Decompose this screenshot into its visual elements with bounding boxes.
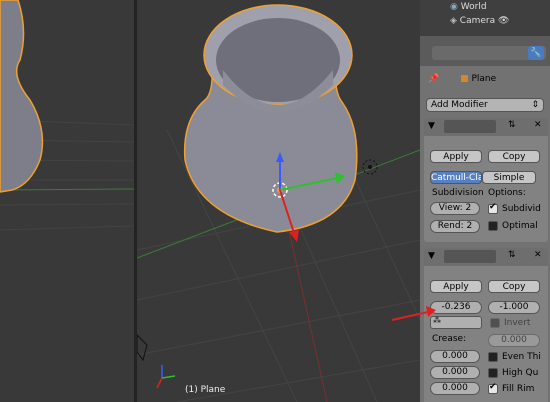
offset-field[interactable]: -1.000 [488,301,540,314]
pin-icon[interactable]: 📌 [428,74,439,84]
context-path: 📌 ■ Plane [428,74,497,84]
left-viewport-canvas [0,0,134,231]
invert-label: Invert [504,318,531,328]
crease-outer-field[interactable]: 0.000 [430,366,480,379]
solidify-apply-button[interactable]: Apply [430,280,482,293]
view-levels-field[interactable]: View: 2 [430,202,480,215]
high-quality-checkbox[interactable] [488,368,498,378]
outliner: ◉ World ◈ Camera 👁 [420,0,550,41]
collapse-triangle-icon[interactable]: ▼ [428,251,435,261]
crease-inner-field[interactable]: 0.000 [430,350,480,363]
viewport-main[interactable]: (1) Plane [137,0,420,402]
catmull-clark-button[interactable]: Catmull-Clar [430,171,482,184]
modifier-toggle-icons[interactable] [444,250,496,263]
close-icon[interactable]: ✕ [534,250,542,260]
optimal-display-checkbox[interactable] [488,221,498,231]
add-modifier-dropdown[interactable]: Add Modifier ⇕ [426,98,544,112]
even-thickness-label: Even Thi [502,352,541,362]
chevron-updown-icon: ⇕ [531,100,539,110]
crease-top-field[interactable]: 0.000 [488,334,540,347]
modifier-wrench-icon[interactable]: 🔧 [528,46,544,60]
world-icon: ◉ [450,2,458,12]
object-name-label: (1) Plane [185,385,226,395]
close-icon[interactable]: ✕ [534,120,542,130]
solidify-copy-button[interactable]: Copy [488,280,540,293]
fill-rim-checkbox[interactable] [488,382,498,394]
eye-icon[interactable]: 👁 [498,16,509,26]
collapse-triangle-icon[interactable]: ▼ [428,121,435,131]
outliner-item-camera[interactable]: ◈ Camera 👁 [450,14,509,29]
solidify-modifier-panel: ▼ ⇅ ✕ Apply Copy -0.236 -1.000 ⁂ Invert … [424,248,548,402]
solidify-header[interactable]: ▼ ⇅ ✕ [424,248,548,266]
subdivide-uvs-checkbox[interactable] [488,202,498,214]
options-label: Options: [488,188,526,198]
camera-small-icon: ◈ [450,16,457,26]
subsurf-copy-button[interactable]: Copy [488,150,540,163]
vase-silhouette-left [0,0,44,193]
outliner-item-world[interactable]: ◉ World [450,0,487,15]
subsurf-modifier-panel: ▼ ⇅ ✕ Apply Copy Catmull-Clar Simple Sub… [424,118,548,242]
properties-header: 🔧 [420,36,550,66]
simple-button[interactable]: Simple [482,171,536,184]
invert-checkbox[interactable] [490,318,500,328]
render-levels-field[interactable]: Rend: 2 [430,220,480,233]
subsurf-apply-button[interactable]: Apply [430,150,482,163]
high-quality-label: High Qu [502,368,539,378]
fill-rim-label: Fill Rim [502,384,535,394]
crease-rim-field[interactable]: 0.000 [430,382,480,395]
crease-label: Crease: [432,334,467,344]
properties-editor: ◉ World ◈ Camera 👁 🔧 📌 ■ Plane Add Modif… [420,0,550,402]
viewport-left[interactable] [0,0,134,402]
subsurf-header[interactable]: ▼ ⇅ ✕ [424,118,548,136]
even-thickness-checkbox[interactable] [488,352,498,362]
annotation-arrow-icon [391,306,436,321]
camera-icon [137,334,148,362]
move-up-down-icon[interactable]: ⇅ [508,120,516,130]
object-cube-icon: ■ [460,74,469,84]
subdivide-uvs-label: Subdivid [502,204,541,214]
subdivisions-label: Subdivision [432,188,484,198]
main-viewport-canvas [137,4,420,402]
modifier-toggle-icons[interactable] [444,120,496,133]
optimal-display-label: Optimal [502,221,538,231]
move-up-down-icon[interactable]: ⇅ [508,250,516,260]
